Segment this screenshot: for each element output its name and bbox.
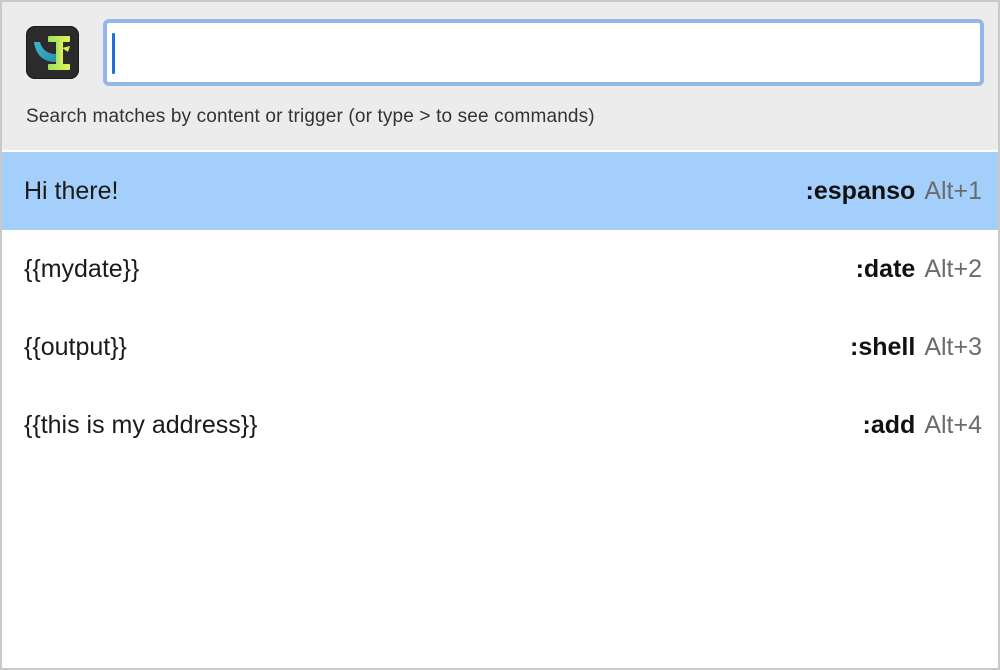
match-shortcut: Alt+4 bbox=[924, 410, 982, 439]
match-shortcut: Alt+2 bbox=[924, 254, 982, 283]
match-item[interactable]: {{this is my address}} :add Alt+4 bbox=[2, 386, 998, 464]
match-shortcut: Alt+3 bbox=[924, 332, 982, 361]
match-item[interactable]: {{output}} :shell Alt+3 bbox=[2, 308, 998, 386]
match-label: {{output}} bbox=[24, 332, 127, 361]
match-trigger: :shell bbox=[850, 332, 916, 361]
match-item[interactable]: {{mydate}} :date Alt+2 bbox=[2, 230, 998, 308]
search-header: Search matches by content or trigger (or… bbox=[2, 2, 998, 150]
search-hint: Search matches by content or trigger (or… bbox=[26, 106, 595, 127]
match-item[interactable]: Hi there! :espanso Alt+1 bbox=[2, 152, 998, 230]
match-shortcut: Alt+1 bbox=[924, 176, 982, 205]
match-meta: :espanso Alt+1 bbox=[806, 177, 982, 206]
match-label: {{mydate}} bbox=[24, 254, 140, 283]
match-trigger: :espanso bbox=[805, 176, 916, 205]
match-meta: :shell Alt+3 bbox=[850, 333, 982, 362]
search-input[interactable] bbox=[103, 19, 984, 86]
espanso-logo-icon bbox=[26, 26, 79, 79]
match-meta: :add Alt+4 bbox=[863, 411, 982, 440]
text-caret bbox=[112, 33, 115, 74]
match-meta: :date Alt+2 bbox=[856, 255, 982, 284]
match-list: Hi there! :espanso Alt+1 {{mydate}} :dat… bbox=[2, 152, 998, 464]
match-trigger: :date bbox=[855, 254, 916, 283]
match-trigger: :add bbox=[862, 410, 916, 439]
match-label: {{this is my address}} bbox=[24, 410, 258, 439]
match-label: Hi there! bbox=[24, 176, 119, 205]
search-window: Search matches by content or trigger (or… bbox=[0, 0, 1000, 670]
